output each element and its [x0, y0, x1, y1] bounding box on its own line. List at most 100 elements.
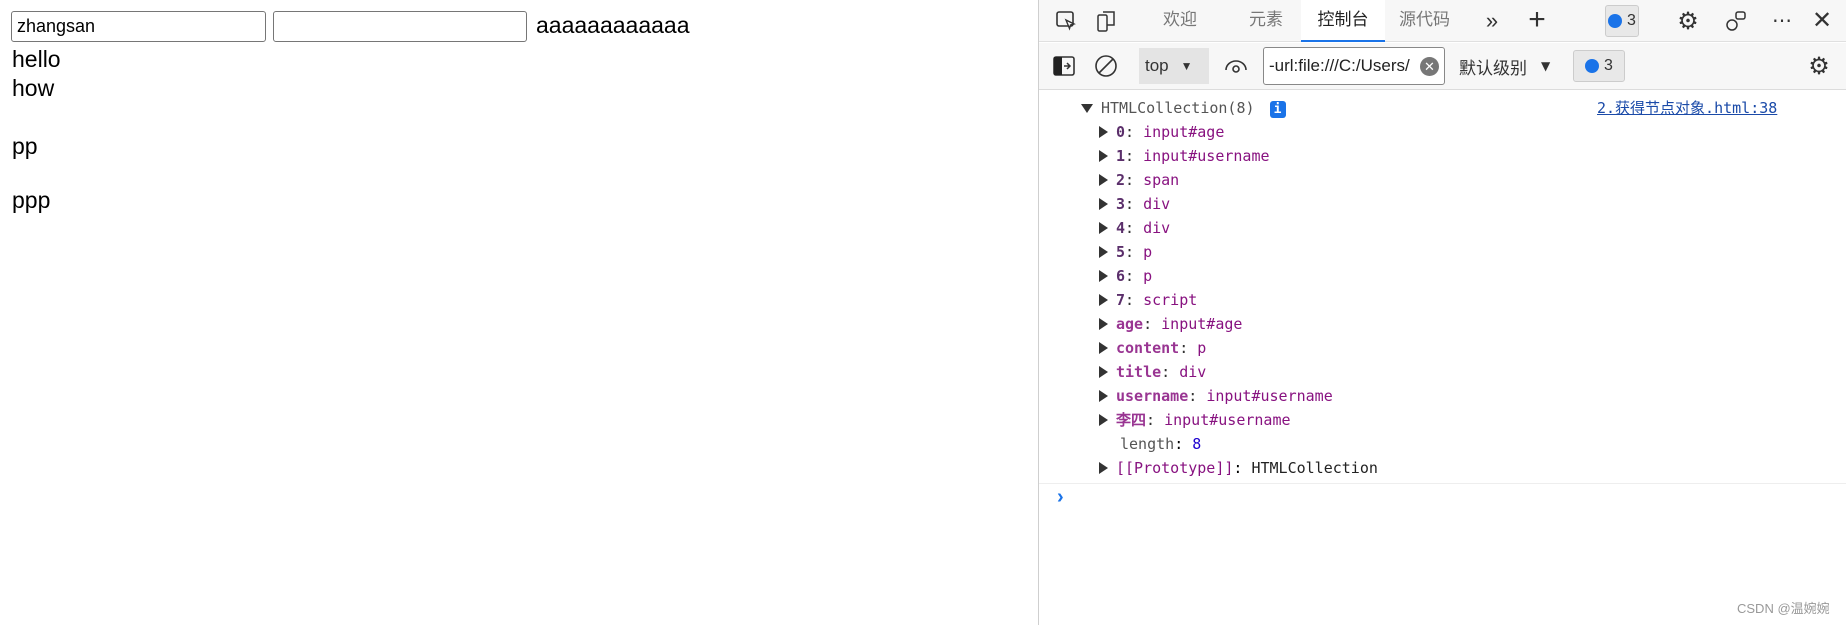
tab-welcome[interactable]: 欢迎	[1163, 0, 1197, 42]
entry-key: username	[1116, 387, 1189, 405]
entry-key: 6	[1116, 267, 1126, 285]
filter-value: -url:file:///C:/Users/	[1269, 56, 1410, 75]
collection-entry[interactable]: 2: span	[1099, 168, 1179, 192]
collection-entry[interactable]: 4: div	[1099, 216, 1170, 240]
div-hello: hello	[12, 46, 61, 72]
expand-triangle-icon	[1099, 270, 1108, 282]
expand-triangle-icon	[1099, 390, 1108, 402]
expand-triangle-icon	[1099, 462, 1108, 474]
entry-value: span	[1143, 171, 1180, 189]
collection-entry[interactable]: 5: p	[1099, 240, 1152, 264]
username-input[interactable]	[273, 11, 527, 42]
clear-console-icon[interactable]	[1093, 53, 1119, 79]
issues-badge[interactable]: 3	[1605, 5, 1639, 37]
entry-value: p	[1143, 243, 1153, 261]
devtools-panel: 欢迎 元素 控制台 源代码 » + 3 ⚙ ⋯ ✕ top ▼ -url:file…	[1038, 0, 1846, 625]
entry-value: div	[1143, 195, 1171, 213]
entry-value: script	[1143, 291, 1198, 309]
entry-value: p	[1197, 339, 1207, 357]
inspect-element-icon[interactable]	[1053, 8, 1079, 34]
clear-filter-icon[interactable]: ✕	[1420, 57, 1439, 76]
expand-triangle-icon	[1099, 294, 1108, 306]
console-prompt-icon[interactable]: ›	[1057, 486, 1064, 509]
filter-issues-badge[interactable]: 3	[1573, 50, 1625, 82]
console-output: HTMLCollection(8) i 2.获得节点对象.html:38 0: …	[1039, 92, 1846, 484]
info-icon: i	[1269, 101, 1286, 118]
expand-triangle-icon	[1099, 150, 1108, 162]
age-input[interactable]	[11, 11, 266, 42]
entry-value: div	[1143, 219, 1171, 237]
entry-key: 0	[1116, 123, 1126, 141]
tab-sources[interactable]: 源代码	[1399, 0, 1450, 42]
filter-issues-count: 3	[1604, 57, 1613, 74]
entry-key: 4	[1116, 219, 1126, 237]
console-settings-icon[interactable]: ⚙	[1805, 52, 1833, 80]
expand-triangle-icon	[1099, 318, 1108, 330]
prototype-property[interactable]: [[Prototype]]: HTMLCollection	[1099, 456, 1378, 480]
paragraph-pp: pp	[12, 133, 38, 159]
entry-key: content	[1116, 339, 1180, 357]
expand-triangle-icon	[1099, 246, 1108, 258]
message-icon	[1608, 14, 1623, 28]
expand-triangle-icon	[1099, 342, 1108, 354]
entry-value: input#age	[1161, 315, 1243, 333]
expand-triangle-icon	[1099, 414, 1108, 426]
entry-value: input#username	[1164, 411, 1291, 429]
message-icon	[1585, 59, 1600, 73]
entry-value: input#username	[1143, 147, 1270, 165]
entry-key: 5	[1116, 243, 1126, 261]
collection-entry[interactable]: 1: input#username	[1099, 144, 1270, 168]
entry-value: p	[1143, 267, 1153, 285]
more-tabs-icon[interactable]: »	[1479, 6, 1505, 36]
expand-triangle-icon	[1099, 174, 1108, 186]
collection-entry[interactable]: title: div	[1099, 360, 1206, 384]
add-tab-icon[interactable]: +	[1522, 3, 1552, 36]
div-how: how	[12, 75, 55, 101]
close-icon[interactable]: ✕	[1809, 6, 1835, 34]
issues-count: 3	[1627, 12, 1636, 29]
log-level-value: 默认级别	[1459, 58, 1527, 79]
span-text: aaaaaaaaaaaa	[536, 12, 690, 38]
collection-entry[interactable]: username: input#username	[1099, 384, 1333, 408]
collection-entry[interactable]: 6: p	[1099, 264, 1152, 288]
live-expression-eye-icon[interactable]	[1223, 53, 1249, 79]
collection-title: HTMLCollection(8)	[1101, 99, 1255, 117]
source-link[interactable]: 2.获得节点对象.html:38	[1597, 96, 1777, 120]
console-divider	[1039, 483, 1846, 484]
entry-value: input#username	[1206, 387, 1333, 405]
feedback-icon[interactable]	[1723, 8, 1749, 34]
log-level-select[interactable]: 默认级别 ▼	[1459, 48, 1550, 84]
device-emulation-icon[interactable]	[1093, 8, 1119, 34]
collapse-triangle-icon	[1081, 104, 1093, 113]
collection-header[interactable]: HTMLCollection(8) i	[1081, 96, 1286, 120]
entry-value: input#age	[1143, 123, 1225, 141]
tab-elements[interactable]: 元素	[1249, 0, 1283, 42]
entry-key: 李四	[1116, 411, 1147, 429]
tab-console[interactable]: 控制台	[1301, 0, 1385, 42]
paragraph-ppp: ppp	[12, 187, 51, 213]
devtools-tab-bar: 欢迎 元素 控制台 源代码 » + 3 ⚙ ⋯ ✕	[1039, 0, 1846, 42]
filter-input[interactable]: -url:file:///C:/Users/ ✕	[1263, 47, 1445, 85]
more-options-icon[interactable]: ⋯	[1769, 6, 1795, 34]
collection-entry[interactable]: 3: div	[1099, 192, 1170, 216]
dropdown-arrow-icon: ▼	[1180, 59, 1193, 73]
context-value: top	[1145, 56, 1169, 75]
expand-triangle-icon	[1099, 222, 1108, 234]
entry-key: 7	[1116, 291, 1126, 309]
console-toolbar: top ▼ -url:file:///C:/Users/ ✕ 默认级别 ▼ 3 ⚙	[1039, 43, 1846, 90]
sidebar-toggle-icon[interactable]	[1051, 53, 1077, 79]
context-select[interactable]: top ▼	[1139, 48, 1209, 84]
expand-triangle-icon	[1099, 198, 1108, 210]
collection-entry[interactable]: age: input#age	[1099, 312, 1242, 336]
expand-triangle-icon	[1099, 366, 1108, 378]
collection-entry[interactable]: 0: input#age	[1099, 120, 1224, 144]
entry-value: div	[1179, 363, 1207, 381]
entry-key: 1	[1116, 147, 1126, 165]
entry-key: 3	[1116, 195, 1126, 213]
collection-entry[interactable]: 李四: input#username	[1099, 408, 1291, 432]
collection-entry[interactable]: content: p	[1099, 336, 1206, 360]
expand-triangle-icon	[1099, 126, 1108, 138]
settings-icon[interactable]: ⚙	[1675, 8, 1701, 35]
entry-key: title	[1116, 363, 1162, 381]
collection-entry[interactable]: 7: script	[1099, 288, 1197, 312]
